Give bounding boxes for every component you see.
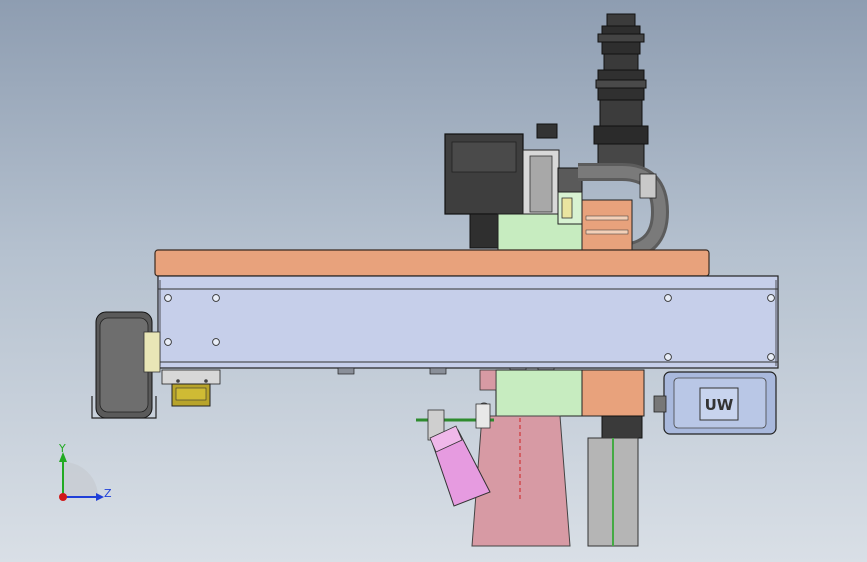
process-nozzle [471, 415, 571, 547]
slider-block [161, 369, 221, 407]
lower-green-bracket [479, 369, 645, 417]
axis-triad: Y Z [58, 442, 112, 501]
x-axis-origin [59, 493, 67, 501]
z-axis-label: Z [104, 487, 112, 500]
y-axis-label: Y [58, 442, 66, 455]
motor-badge-text: UW [705, 396, 734, 414]
drive-motor: UW [653, 371, 777, 435]
end-roller [91, 311, 161, 419]
camera-lens-column [593, 13, 649, 171]
vertical-shaft [587, 415, 643, 547]
base-plate [154, 249, 710, 277]
cad-viewport[interactable]: UW Y Z [0, 0, 867, 562]
linear-rail-beam [157, 275, 779, 369]
assembly-drawing: UW Y Z [58, 13, 779, 547]
